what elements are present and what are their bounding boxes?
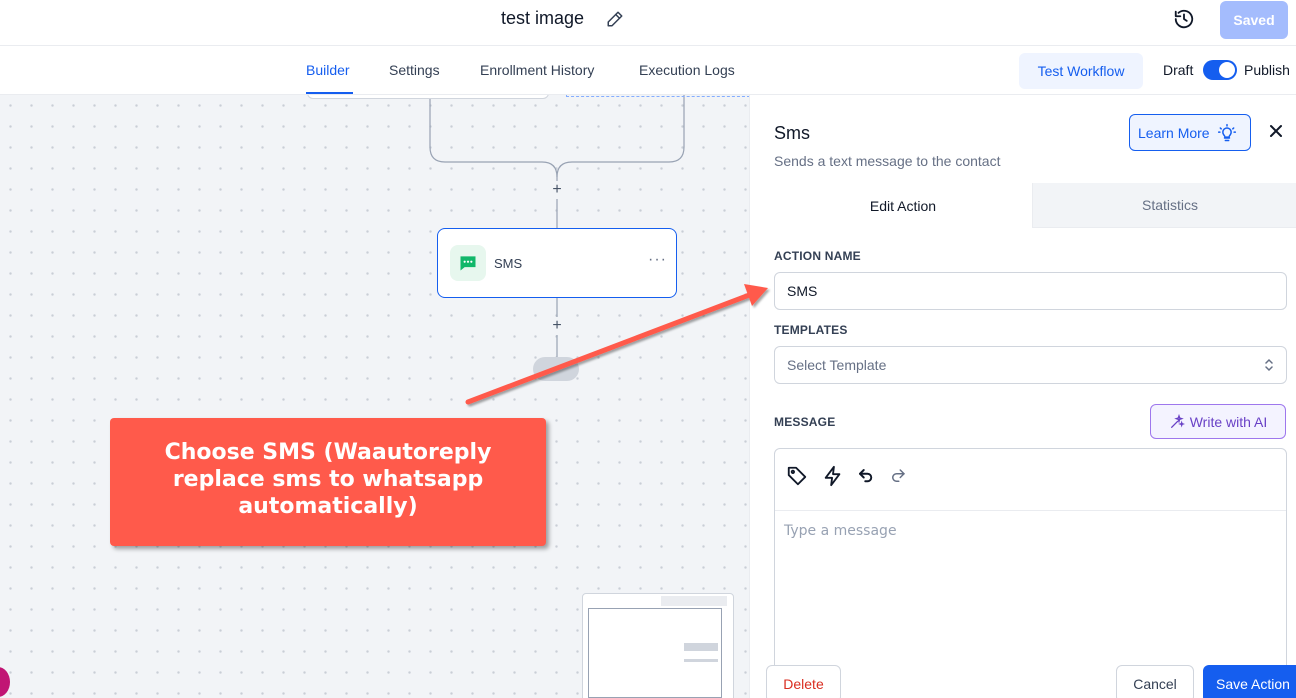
learn-more-button[interactable]: Learn More: [1129, 114, 1251, 151]
publish-label: Publish: [1244, 62, 1290, 78]
message-label: MESSAGE: [774, 415, 836, 429]
delete-button[interactable]: Delete: [766, 665, 841, 698]
template-select[interactable]: Select Template: [774, 346, 1287, 384]
tab-statistics[interactable]: Statistics: [1032, 183, 1296, 228]
panel-title: Sms: [774, 123, 810, 143]
lightning-icon[interactable]: [822, 465, 844, 487]
panel-subtitle: Sends a text message to the contact: [774, 153, 1001, 169]
minimap-header: [661, 596, 727, 606]
write-with-ai-label: Write with AI: [1189, 413, 1268, 430]
cancel-button[interactable]: Cancel: [1116, 665, 1194, 698]
sms-node-icon-box: [450, 245, 486, 281]
end-node: [533, 357, 579, 381]
active-tab-indicator: [306, 92, 353, 94]
top-bar: test image Saved: [0, 0, 1296, 46]
workflow-nav: Builder Settings Enrollment History Exec…: [0, 46, 1296, 95]
chevron-updown-icon: [1265, 358, 1273, 372]
template-select-placeholder: Select Template: [787, 357, 887, 373]
lightbulb-icon: [1217, 123, 1236, 141]
callout-line-1: Choose SMS (Waautoreply: [164, 440, 492, 465]
tab-edit-action[interactable]: Edit Action: [774, 183, 1032, 228]
save-action-button[interactable]: Save Action: [1203, 665, 1296, 698]
add-step-button-below[interactable]: +: [549, 317, 565, 335]
sms-action-node[interactable]: SMS ···: [437, 228, 677, 298]
sms-node-label: SMS: [494, 256, 523, 271]
canvas-minimap[interactable]: [582, 593, 734, 698]
annotation-callout: Choose SMS (Waautoreply replace sms to w…: [110, 418, 546, 546]
publish-toggle[interactable]: [1203, 60, 1237, 80]
editor-toolbar: [775, 449, 1286, 511]
minimap-viewport[interactable]: [588, 608, 722, 698]
minimap-node: [684, 659, 718, 662]
minimap-node: [684, 643, 718, 651]
parent-node-left[interactable]: [307, 95, 549, 99]
workflow-canvas[interactable]: + SMS ··· + Choose SMS (Waautoreply repl…: [0, 95, 749, 698]
tab-enrollment-history[interactable]: Enrollment History: [480, 62, 594, 78]
tab-settings[interactable]: Settings: [389, 62, 440, 78]
action-settings-panel: Sms Sends a text message to the contact …: [749, 95, 1296, 698]
redo-icon[interactable]: [889, 465, 907, 487]
action-name-label: ACTION NAME: [774, 249, 861, 263]
test-workflow-button[interactable]: Test Workflow: [1019, 53, 1143, 89]
message-placeholder: Type a message: [784, 523, 897, 539]
tab-builder[interactable]: Builder: [306, 62, 350, 78]
saved-button[interactable]: Saved: [1220, 1, 1288, 39]
templates-label: TEMPLATES: [774, 323, 848, 337]
panel-tabs: Edit Action Statistics: [774, 183, 1296, 228]
workflow-title[interactable]: test image: [501, 8, 584, 29]
tab-execution-logs[interactable]: Execution Logs: [639, 62, 735, 78]
history-icon[interactable]: [1173, 8, 1195, 30]
draft-label: Draft: [1163, 62, 1194, 78]
learn-more-label: Learn More: [1138, 124, 1210, 141]
callout-line-3: automatically): [238, 494, 418, 519]
sms-chat-icon: [460, 256, 476, 271]
write-with-ai-button[interactable]: Write with AI: [1150, 404, 1286, 439]
edit-icon[interactable]: [606, 10, 624, 28]
close-icon[interactable]: [1268, 123, 1284, 139]
tag-icon[interactable]: [786, 465, 808, 487]
sparkle-icon: [1170, 413, 1185, 428]
parent-node-right-placeholder[interactable]: [566, 95, 749, 97]
action-name-input[interactable]: SMS: [774, 272, 1287, 310]
callout-line-2: replace sms to whatsapp: [172, 467, 484, 492]
node-more-icon[interactable]: ···: [648, 251, 667, 269]
message-editor[interactable]: Type a message: [774, 448, 1287, 698]
add-step-button[interactable]: +: [549, 181, 565, 199]
undo-icon[interactable]: [857, 465, 875, 487]
